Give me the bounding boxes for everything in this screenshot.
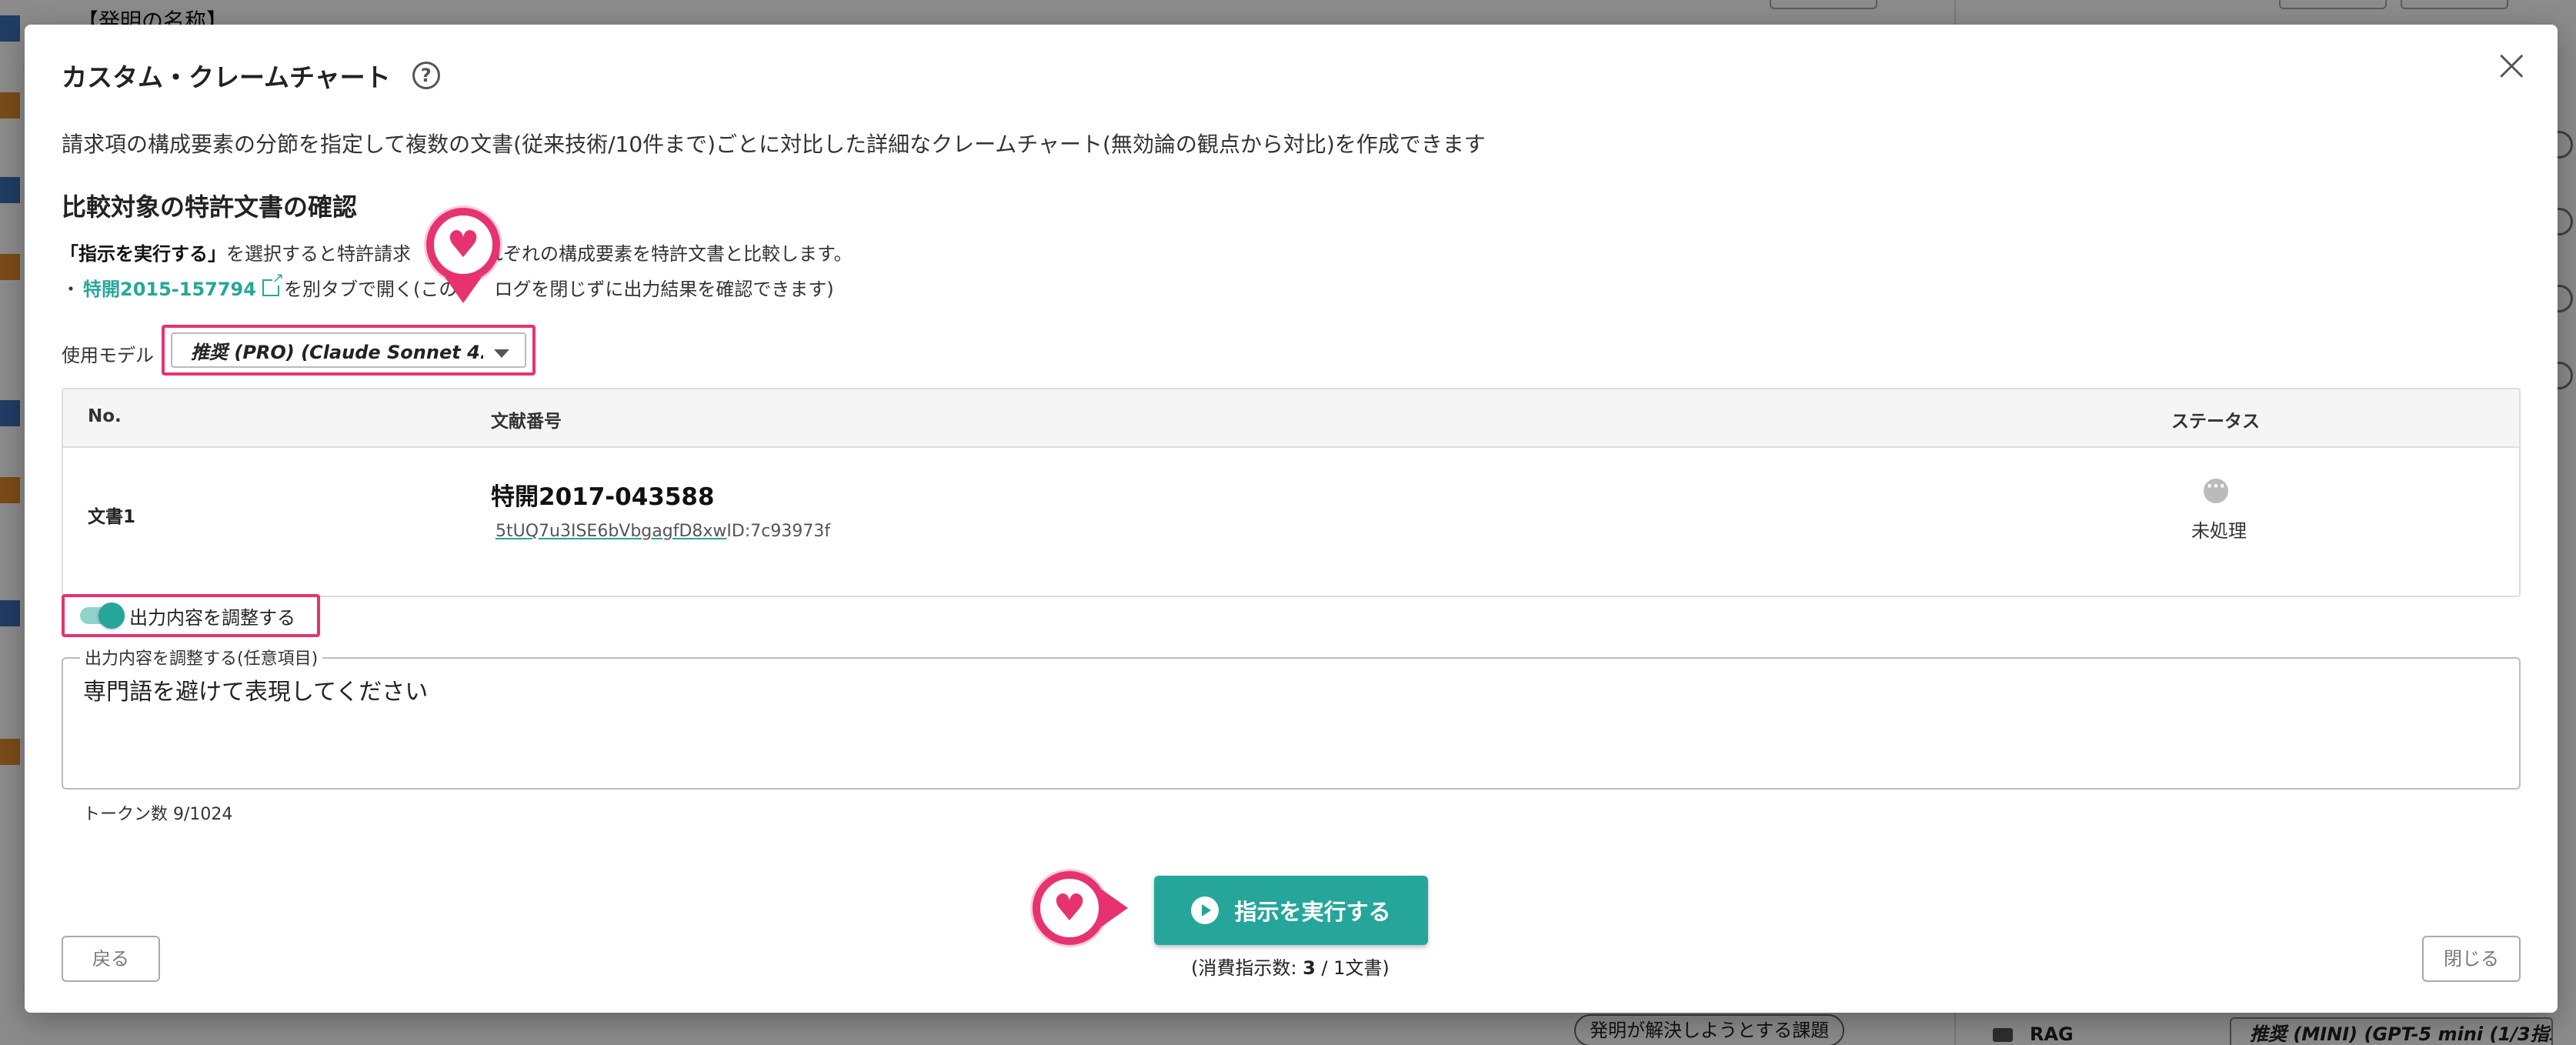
model-select-value: 推奨 (PRO) (Claude Sonnet 4.6 ... [191, 341, 483, 363]
bullet: ・ [62, 279, 80, 300]
adjust-output-toggle-label[interactable]: 出力内容を調整する [129, 603, 295, 629]
dialog-title: カスタム・クレームチャート ? [62, 57, 440, 94]
header-doc-number: 文献番号 [491, 412, 562, 432]
section-title: 比較対象の特許文書の確認 [62, 192, 358, 222]
consume-count: 3 [1303, 957, 1316, 979]
row-doc-id-suffix: ID:7c93973f [726, 522, 831, 541]
model-select[interactable]: 推奨 (PRO) (Claude Sonnet 4.6 ... [171, 332, 526, 368]
play-icon [1191, 896, 1220, 924]
badge-pointer [1102, 890, 1128, 926]
consume-prefix: (消費指示数: [1191, 957, 1303, 979]
row-doc-number: 特開2017-043588 [491, 483, 715, 511]
adjust-output-toggle-highlight: 出力内容を調整する [62, 594, 320, 637]
heart-icon: ♥ [1053, 886, 1086, 930]
instruction-note-bold: 「指示を実行する」 [60, 243, 226, 265]
pending-status-icon: ··· [2204, 479, 2228, 503]
dialog-description: 請求項の構成要素の分節を指定して複数の文書(従来技術/10件まで)ごとに対比した… [62, 132, 1486, 157]
chevron-down-icon [494, 349, 509, 358]
heart-badge-icon: ♥ [1033, 871, 1106, 945]
patent-link[interactable]: 特開2015-157794 [83, 274, 256, 301]
header-no: No. [88, 406, 122, 426]
row-no: 文書1 [88, 507, 136, 527]
back-button[interactable]: 戻る [62, 936, 160, 982]
help-icon[interactable]: ? [412, 62, 440, 89]
row-doc-id-link[interactable]: 5tUQ7u3ISE6bVbgagfD8xw [496, 522, 726, 541]
open-in-tab-text: を別タブで開く(この ログを閉じずに出力結果を確認できます) [283, 279, 834, 300]
run-instruction-button[interactable]: 指示を実行する [1154, 876, 1428, 945]
adjust-output-textarea[interactable]: 出力内容を調整する(任意項目) 専門語を避けて表現してください [62, 645, 2521, 790]
instruction-note-text: を選択すると特許請求 それぞれの構成要素を特許文書と比較します。 [226, 243, 853, 265]
header-status: ステータス [2171, 412, 2260, 432]
heart-badge-icon: ♥ [426, 208, 500, 282]
documents-table: No. 文献番号 ステータス 文書1 特開2017-043588 5tUQ7u3… [62, 388, 2521, 597]
custom-claim-chart-dialog: カスタム・クレームチャート ? × 請求項の構成要素の分節を指定して複数の文書(… [25, 25, 2558, 1013]
run-instruction-label: 指示を実行する [1234, 899, 1391, 925]
row-status: 未処理 [2191, 520, 2247, 542]
row-doc-id: 5tUQ7u3ISE6bVbgagfD8xwID:7c93973f [496, 522, 830, 541]
close-button[interactable]: 閉じる [2422, 936, 2521, 982]
external-link-icon[interactable] [262, 271, 284, 296]
consumption-info: (消費指示数: 3 / 1文書) [1191, 953, 1390, 980]
table-row: 文書1 特開2017-043588 5tUQ7u3ISE6bVbgagfD8xw… [63, 448, 2519, 597]
heart-icon: ♥ [446, 223, 480, 266]
textarea-value[interactable]: 専門語を避けて表現してください [83, 673, 428, 706]
close-icon[interactable]: × [2493, 42, 2531, 87]
model-select-highlight: 推奨 (PRO) (Claude Sonnet 4.6 ... [162, 325, 536, 376]
dialog-title-text: カスタム・クレームチャート [62, 62, 391, 92]
badge-pointer [445, 277, 482, 303]
textarea-legend: 出力内容を調整する(任意項目) [80, 645, 323, 669]
token-count: トークン数 9/1024 [83, 805, 233, 824]
consume-suffix: / 1文書) [1315, 957, 1390, 979]
model-label: 使用モデル [62, 345, 154, 366]
adjust-output-toggle[interactable] [80, 603, 125, 629]
table-header: No. 文献番号 ステータス [63, 389, 2519, 448]
